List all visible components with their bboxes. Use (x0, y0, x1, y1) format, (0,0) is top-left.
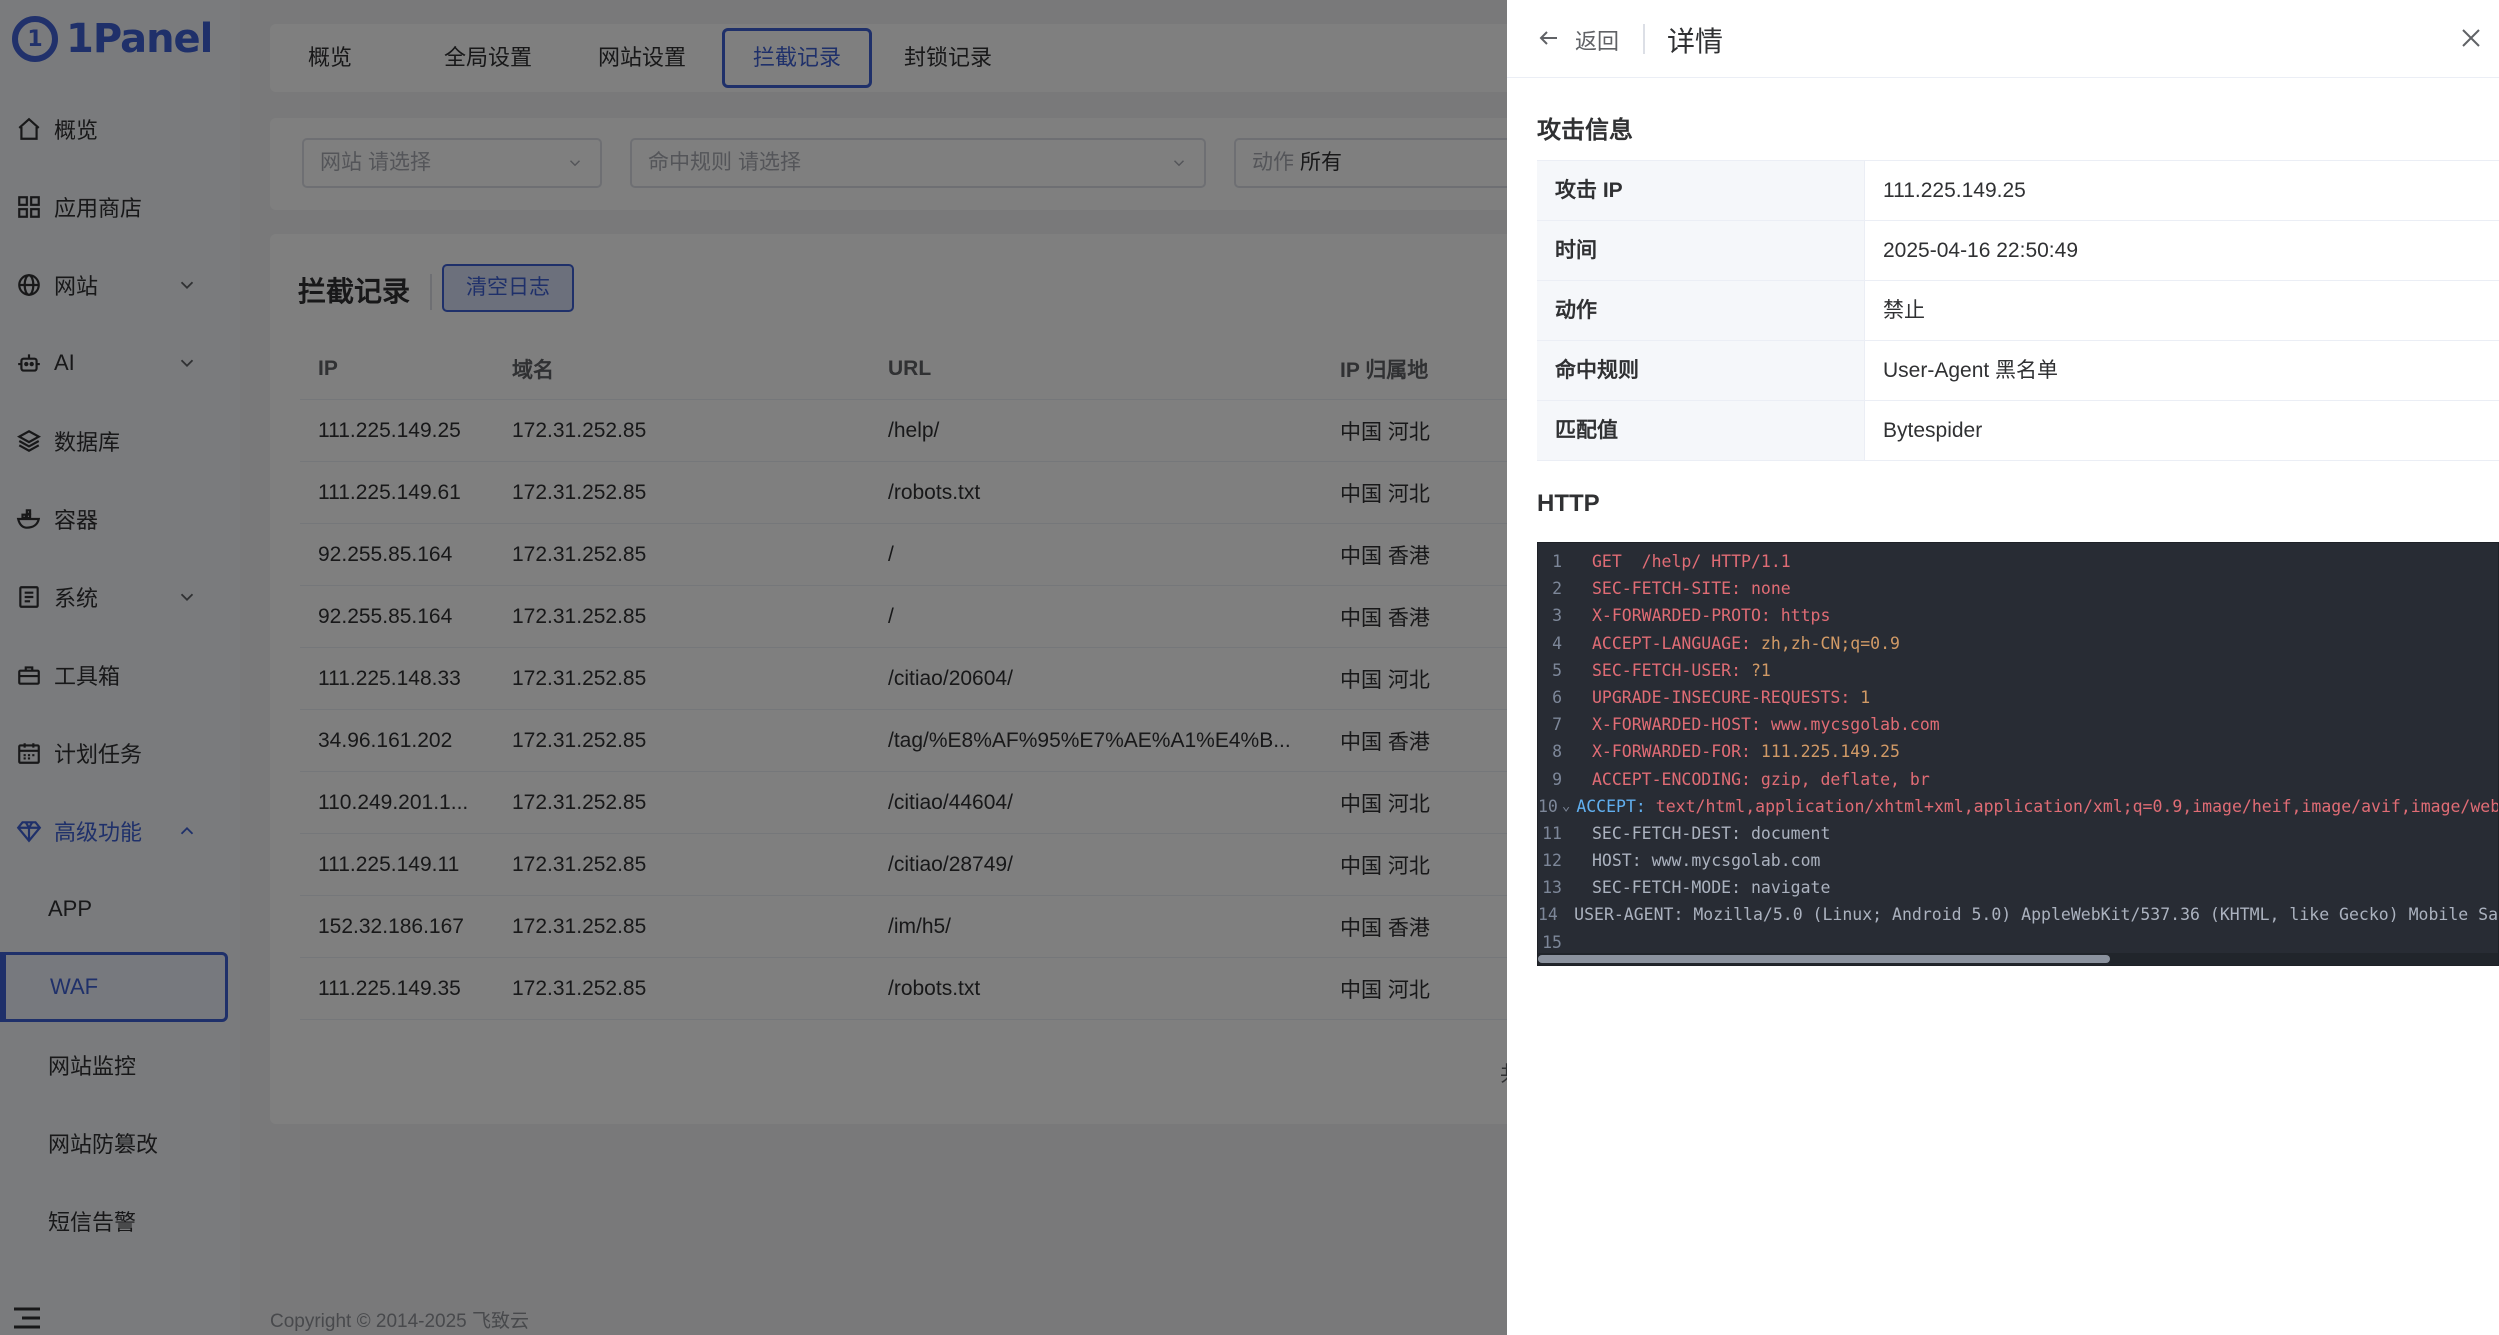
scrollbar-thumb[interactable] (1538, 955, 2110, 963)
info-label: 动作 (1537, 281, 1865, 340)
code-line: 5 SEC-FETCH-USER: ?1 (1538, 657, 2498, 684)
info-row: 匹配值 Bytespider (1537, 401, 2499, 461)
line-number: 14 (1538, 905, 1558, 925)
close-icon[interactable] (2459, 26, 2483, 50)
info-value: User-Agent 黑名单 (1883, 359, 2059, 382)
header-key: SEC-FETCH-DEST: (1592, 823, 1742, 843)
code-line: 12 HOST: www.mycsgolab.com (1538, 847, 2498, 874)
info-row: 动作 禁止 (1537, 281, 2499, 341)
drawer-header: 返回 详情 (1507, 0, 2499, 78)
header-key: ACCEPT: (1576, 796, 1646, 816)
arrow-left-icon[interactable] (1537, 26, 1561, 50)
fold-icon[interactable]: ⌄ (1562, 793, 1570, 820)
header-value: none (1741, 579, 1791, 599)
info-row: 时间 2025-04-16 22:50:49 (1537, 221, 2499, 281)
code-line: 1 GET /help/ HTTP/1.1 (1538, 548, 2498, 575)
modal-overlay[interactable] (0, 0, 1507, 1335)
header-key: ACCEPT-LANGUAGE: (1592, 633, 1751, 653)
line-number: 8 (1552, 742, 1562, 762)
header-value: www.mycsgolab.com (1641, 851, 1821, 871)
info-row: 命中规则 User-Agent 黑名单 (1537, 341, 2499, 401)
header-key: X-FORWARDED-FOR: (1592, 742, 1751, 762)
line-number: 2 (1552, 579, 1562, 599)
header-value: ?1 (1741, 660, 1771, 680)
line-number: 9 (1552, 769, 1562, 789)
header-value: document (1741, 823, 1831, 843)
line-number: 6 (1552, 687, 1562, 707)
header-value: text/html,application/xhtml+xml,applicat… (1645, 796, 2499, 816)
header-value: navigate (1741, 878, 1831, 898)
info-value: 111.225.149.25 (1883, 179, 2026, 202)
detail-drawer: 返回 详情 攻击信息 攻击 IP 111.225.149.25 时间 2025-04… (1507, 0, 2499, 1335)
code-line: 10 ⌄ ACCEPT: text/html,application/xhtml+x… (1538, 793, 2498, 820)
attack-info-title: 攻击信息 (1537, 117, 1633, 144)
code-line: 4 ACCEPT-LANGUAGE: zh,zh-CN;q=0.9 (1538, 630, 2498, 657)
header-divider (1643, 24, 1645, 54)
back-button[interactable]: 返回 (1575, 24, 1619, 56)
code-scrollbar[interactable] (1538, 953, 2498, 965)
code-line: 13 SEC-FETCH-MODE: navigate (1538, 874, 2498, 901)
header-key: HOST: (1592, 851, 1642, 871)
header-value: zh,zh-CN;q=0.9 (1750, 633, 1900, 653)
code-line: 14 USER-AGENT: Mozilla/5.0 (Linux; Androi… (1538, 901, 2498, 928)
line-number: 3 (1552, 606, 1562, 626)
line-number: 11 (1542, 823, 1562, 843)
line-number: 1 (1552, 552, 1562, 571)
info-value: 禁止 (1883, 299, 1925, 322)
header-key: ACCEPT-ENCODING: (1592, 769, 1751, 789)
header-value: www.mycsgolab.com (1760, 715, 1940, 735)
header-key: SEC-FETCH-MODE: (1592, 878, 1742, 898)
code-line: 8 X-FORWARDED-FOR: 111.225.149.25 (1538, 738, 2498, 765)
http-section-title: HTTP (1537, 490, 1600, 517)
header-key: SEC-FETCH-USER: (1592, 660, 1742, 680)
info-label: 匹配值 (1537, 401, 1865, 460)
line-number: 7 (1552, 715, 1562, 735)
header-value: gzip, deflate, br (1750, 769, 1930, 789)
line-number: 12 (1542, 851, 1562, 871)
header-key: SEC-FETCH-SITE: (1592, 579, 1742, 599)
code-line: 2 SEC-FETCH-SITE: none (1538, 575, 2498, 602)
line-number: 15 (1542, 932, 1562, 952)
line-number: 5 (1552, 660, 1562, 680)
line-number: 4 (1552, 633, 1562, 653)
header-value: https (1770, 606, 1831, 626)
code-line: 7 X-FORWARDED-HOST: www.mycsgolab.com (1538, 711, 2498, 738)
code-line: 11 SEC-FETCH-DEST: document (1538, 820, 2498, 847)
header-key: UPGRADE-INSECURE-REQUESTS: (1592, 687, 1851, 707)
info-value: 2025-04-16 22:50:49 (1883, 239, 2078, 262)
info-label: 攻击 IP (1537, 161, 1865, 220)
header-value: 1 (1850, 687, 1871, 707)
code-line: 6 UPGRADE-INSECURE-REQUESTS: 1 (1538, 684, 2498, 711)
code-line: 9 ACCEPT-ENCODING: gzip, deflate, br (1538, 766, 2498, 793)
info-value: Bytespider (1883, 419, 1983, 442)
line-number: 13 (1542, 878, 1562, 898)
header-key: USER-AGENT: (1574, 905, 1684, 925)
header-value: Mozilla/5.0 (Linux; Android 5.0) AppleWe… (1683, 905, 2498, 925)
line-number: 10 (1538, 796, 1558, 816)
drawer-title: 详情 (1667, 26, 1724, 57)
http-code-viewer[interactable]: 1 GET /help/ HTTP/1.1 2 SEC-FETCH-SITE: no… (1537, 542, 2499, 966)
info-row: 攻击 IP 111.225.149.25 (1537, 161, 2499, 221)
info-label: 命中规则 (1537, 341, 1865, 400)
header-key: X-FORWARDED-HOST: (1592, 715, 1761, 735)
code-lines: 1 GET /help/ HTTP/1.1 2 SEC-FETCH-SITE: no… (1538, 543, 2498, 956)
header-value: 111.225.149.25 (1750, 742, 1900, 762)
code-line: 15 (1538, 929, 2498, 956)
header-value: /help/ HTTP/1.1 (1621, 552, 1791, 571)
header-key: X-FORWARDED-PROTO: (1592, 606, 1771, 626)
code-line: 3 X-FORWARDED-PROTO: https (1538, 602, 2498, 629)
info-label: 时间 (1537, 221, 1865, 280)
header-key: GET (1592, 552, 1622, 571)
attack-info-table: 攻击 IP 111.225.149.25 时间 2025-04-16 22:50:4… (1537, 160, 2499, 461)
